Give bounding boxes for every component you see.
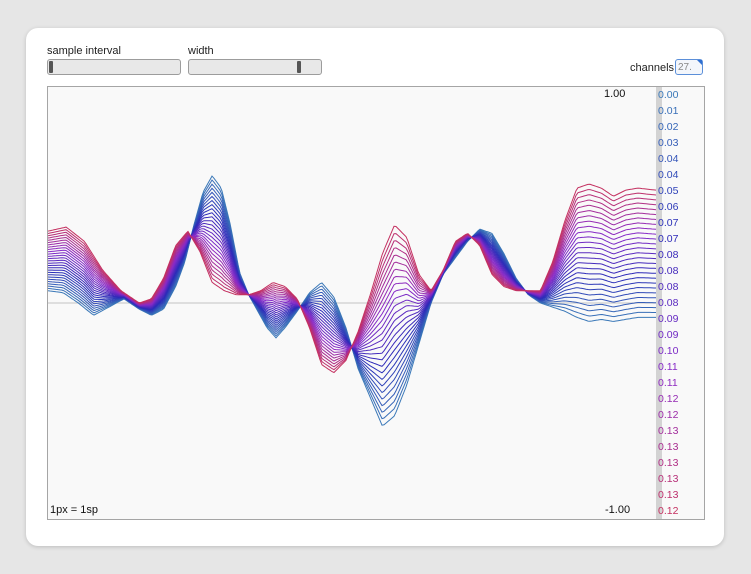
channel-trace	[48, 179, 656, 420]
channels-label: channels	[630, 62, 675, 74]
channel-legend-value: 0.06	[658, 201, 679, 213]
channel-legend-value: 0.03	[658, 137, 679, 149]
width-label: width	[188, 45, 214, 57]
channel-legend-value: 0.01	[658, 105, 679, 117]
channel-legend-value: 0.04	[658, 169, 679, 181]
sample-interval-label: sample interval	[47, 45, 121, 57]
channel-legend-value: 0.02	[658, 121, 679, 133]
channel-legend-value: 0.10	[658, 345, 679, 357]
scale-label: 1px = 1sp	[50, 504, 99, 516]
y-min-label: -1.00	[605, 504, 631, 516]
channel-legend-value: 0.12	[658, 505, 679, 517]
channel-legend-value: 0.07	[658, 233, 679, 245]
channel-legend-value: 0.08	[658, 265, 679, 277]
channel-legend-value: 0.08	[658, 249, 679, 261]
channel-legend-value: 0.07	[658, 217, 679, 229]
channel-legend-value: 0.13	[658, 441, 679, 453]
channel-legend-value: 0.05	[658, 185, 679, 197]
channel-trace	[48, 215, 656, 356]
field-corner-mark	[697, 60, 702, 65]
channel-legend-value: 0.12	[658, 393, 679, 405]
channel-legend-value: 0.00	[658, 89, 679, 101]
channel-legend-value: 0.09	[658, 329, 679, 341]
channel-legend-value: 0.09	[658, 313, 679, 325]
y-max-label: 1.00	[604, 88, 626, 100]
channel-trace	[48, 183, 656, 413]
width-slider[interactable]	[188, 59, 322, 75]
channel-trace	[48, 228, 656, 350]
channel-legend-value: 0.08	[658, 281, 679, 293]
channel-legend-value: 0.11	[658, 361, 678, 373]
plot-area[interactable]: 1.00 -1.00 1px = 1sp 0.00 0.01 0.02 0.03 0.0…	[47, 86, 705, 520]
channel-legend-value: 0.13	[658, 473, 679, 485]
channels-field[interactable]	[675, 59, 703, 75]
trace-plot	[48, 175, 656, 426]
channel-legend-value: 0.13	[658, 489, 679, 501]
sample-interval-slider-thumb[interactable]	[49, 61, 53, 73]
channel-trace	[48, 183, 656, 374]
channel-legend-value: 0.12	[658, 409, 679, 421]
channel-legend-value: 0.08	[658, 297, 679, 309]
channel-legend-value: 0.13	[658, 425, 679, 437]
width-slider-thumb[interactable]	[297, 61, 302, 73]
channel-legend-value: 0.04	[658, 153, 679, 165]
channel-legend-value: 0.13	[658, 457, 679, 469]
channel-legend-value: 0.11	[658, 377, 678, 389]
sample-interval-slider[interactable]	[47, 59, 181, 75]
